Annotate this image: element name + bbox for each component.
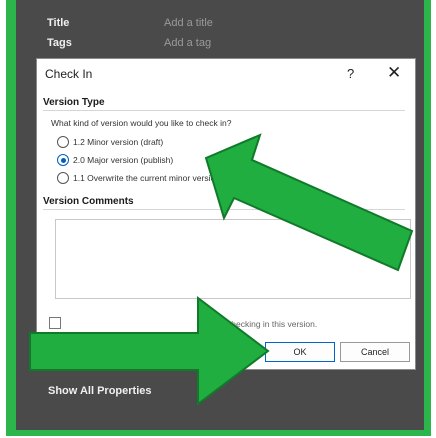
- close-icon[interactable]: ✕: [387, 63, 401, 83]
- tags-label: Tags: [47, 37, 72, 49]
- section-divider: [43, 110, 405, 111]
- section-divider: [43, 209, 405, 210]
- title-placeholder[interactable]: Add a title: [164, 17, 213, 29]
- ok-button[interactable]: OK: [265, 342, 335, 362]
- show-all-properties-link[interactable]: Show All Properties: [48, 385, 152, 397]
- title-label: Title: [47, 17, 70, 29]
- version-comments-header: Version Comments: [43, 196, 134, 207]
- radio-overwrite[interactable]: [57, 172, 69, 184]
- help-icon[interactable]: ?: [347, 66, 354, 81]
- keep-checked-out-label: checking in this version.: [227, 319, 318, 329]
- option-minor-label: 1.2 Minor version (draft): [73, 137, 164, 147]
- option-major-label: 2.0 Major version (publish): [73, 155, 174, 165]
- cancel-button[interactable]: Cancel: [340, 342, 410, 362]
- version-question: What kind of version would you like to c…: [51, 118, 232, 128]
- option-overwrite-label: 1.1 Overwrite the current minor version: [73, 173, 220, 183]
- version-comments-section: Version Comments: [43, 196, 405, 210]
- dialog-title: Check In: [45, 67, 93, 81]
- radio-minor[interactable]: [57, 136, 69, 148]
- version-type-section: Version Type: [43, 97, 405, 111]
- version-comments-input[interactable]: [55, 219, 411, 299]
- radio-major[interactable]: [57, 154, 69, 166]
- check-in-dialog: Check In ? ✕ Version Type What kind of v…: [36, 58, 416, 370]
- version-type-header: Version Type: [43, 97, 105, 108]
- dialog-titlebar: Check In ? ✕: [37, 59, 415, 89]
- keep-checked-out-checkbox[interactable]: [49, 317, 61, 329]
- tags-placeholder[interactable]: Add a tag: [164, 37, 211, 49]
